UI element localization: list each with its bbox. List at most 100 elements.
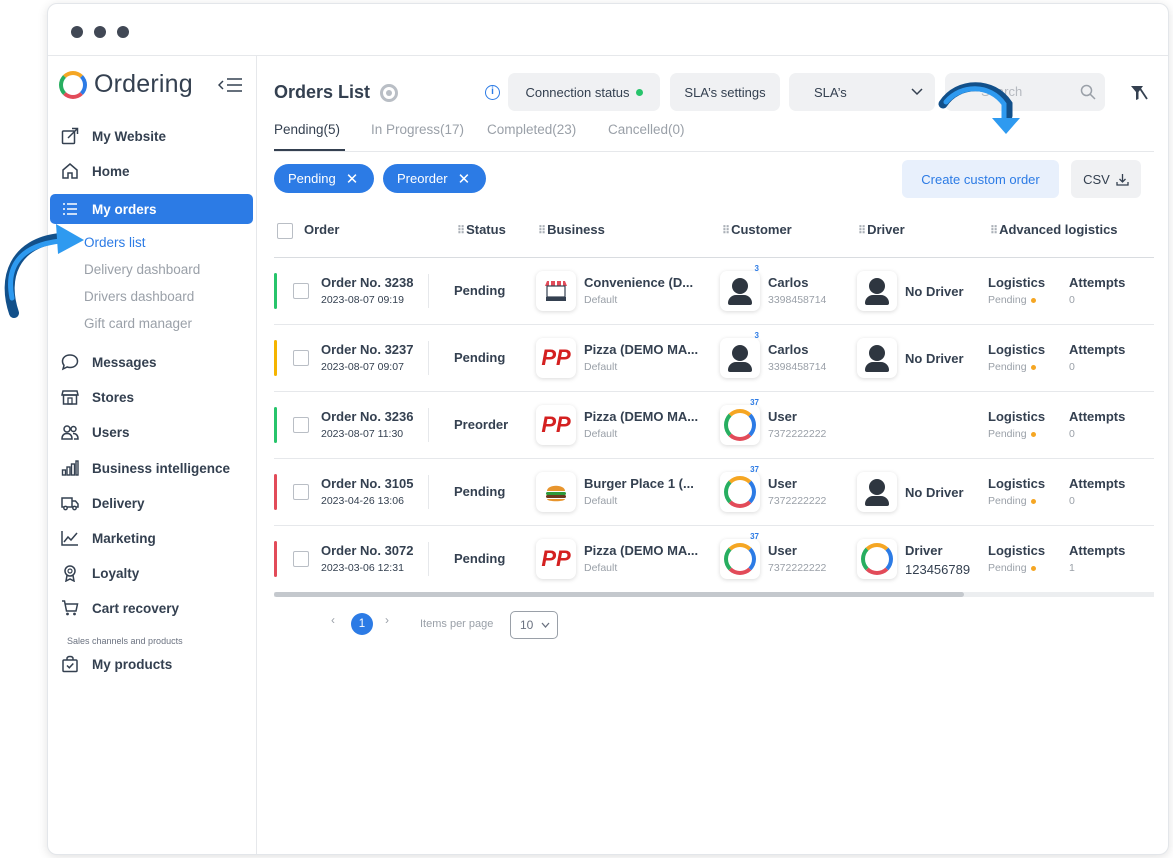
- store-icon: [60, 387, 80, 407]
- column-header-advanced-logistics[interactable]: ⠿ Advanced logistics: [990, 222, 1118, 237]
- column-header-status[interactable]: ⠿ Status: [457, 222, 506, 237]
- order-number: Order No. 3238: [321, 275, 414, 290]
- items-per-page-select[interactable]: 10: [510, 611, 558, 639]
- row-checkbox[interactable]: [293, 551, 309, 567]
- scrollbar-thumb[interactable]: [274, 592, 964, 597]
- sla-select[interactable]: SLA’s: [789, 73, 935, 111]
- logistics-title: Logistics: [988, 543, 1046, 558]
- info-icon[interactable]: i: [485, 85, 500, 100]
- cart-icon: [60, 598, 80, 618]
- column-header-order[interactable]: Order: [304, 222, 339, 237]
- row-checkbox[interactable]: [293, 484, 309, 500]
- customer-phone: 7372222222: [768, 495, 827, 507]
- sidebar-item-cart-recovery[interactable]: Cart recovery: [50, 593, 253, 623]
- driver-phone: 123456789: [905, 562, 971, 577]
- sidebar-subitem-orders-list[interactable]: Orders list: [84, 235, 146, 250]
- connection-status-button[interactable]: Connection status: [508, 73, 660, 111]
- filter-chip-preorder[interactable]: Preorder ✕: [383, 164, 486, 193]
- sidebar-item-business-intelligence[interactable]: Business intelligence: [50, 453, 253, 483]
- order-date: 2023-08-07 09:07: [321, 361, 404, 373]
- column-divider: [428, 475, 429, 509]
- sidebar-item-loyalty[interactable]: Loyalty: [50, 558, 253, 588]
- customer-phone: 7372222222: [768, 562, 827, 574]
- filter-chip-pending[interactable]: Pending ✕: [274, 164, 374, 193]
- app-logo[interactable]: Ordering: [59, 70, 193, 99]
- next-page-icon[interactable]: ›: [385, 613, 389, 627]
- table-row[interactable]: Order No. 3237 2023-08-07 09:07 Pending …: [274, 325, 1154, 392]
- customer-phone: 3398458714: [768, 294, 827, 306]
- column-header-driver[interactable]: ⠿ Driver: [858, 222, 905, 237]
- search-icon: [1080, 84, 1096, 100]
- sidebar-subitem-delivery-dashboard[interactable]: Delivery dashboard: [84, 262, 200, 277]
- clear-filter-icon[interactable]: [1130, 84, 1148, 102]
- customer-avatar-icon: 3: [720, 331, 760, 378]
- prev-page-icon[interactable]: ‹: [331, 613, 335, 627]
- column-header-business[interactable]: ⠿ Business: [538, 222, 605, 237]
- logistics-title: Logistics: [988, 476, 1046, 491]
- attempts-title: Attempts: [1069, 275, 1126, 290]
- settings-gear-icon[interactable]: [380, 84, 398, 102]
- table-row[interactable]: Order No. 3236 2023-08-07 11:30 Preorder…: [274, 392, 1154, 459]
- sidebar-item-marketing[interactable]: Marketing: [50, 523, 253, 553]
- drag-handle-icon[interactable]: ⠿: [722, 225, 730, 237]
- attempts-count: 0: [1069, 294, 1075, 306]
- tab-pending[interactable]: Pending(5): [274, 122, 340, 137]
- customer-phone: 7372222222: [768, 428, 827, 440]
- customer-avatar-icon: 37: [720, 465, 760, 512]
- row-checkbox[interactable]: [293, 350, 309, 366]
- csv-export-button[interactable]: CSV: [1071, 160, 1141, 198]
- status-color-bar: [274, 273, 277, 309]
- drag-handle-icon[interactable]: ⠿: [858, 225, 866, 237]
- bag-icon: [60, 654, 80, 674]
- row-checkbox[interactable]: [293, 283, 309, 299]
- sidebar-item-users[interactable]: Users: [50, 417, 253, 447]
- collapse-sidebar-icon[interactable]: [218, 76, 244, 94]
- tab-completed[interactable]: Completed(23): [487, 122, 576, 137]
- sidebar-subitem-drivers-dashboard[interactable]: Drivers dashboard: [84, 289, 194, 304]
- select-all-checkbox[interactable]: [277, 223, 293, 239]
- drag-handle-icon[interactable]: ⠿: [538, 225, 546, 237]
- status-color-bar: [274, 474, 277, 510]
- drag-handle-icon[interactable]: ⠿: [990, 225, 998, 237]
- csv-label: CSV: [1083, 171, 1110, 187]
- create-custom-order-button[interactable]: Create custom order: [902, 160, 1059, 198]
- sidebar-item-home[interactable]: Home: [50, 156, 253, 186]
- sidebar-item-delivery[interactable]: Delivery: [50, 488, 253, 518]
- chevron-down-icon: [541, 622, 550, 628]
- page-number-current[interactable]: 1: [351, 613, 373, 635]
- sidebar-item-stores[interactable]: Stores: [50, 382, 253, 412]
- column-divider: [428, 408, 429, 442]
- chip-close-icon[interactable]: ✕: [458, 170, 471, 188]
- sidebar-item-my-website[interactable]: My Website: [50, 121, 253, 151]
- attempts-count: 0: [1069, 495, 1075, 507]
- download-icon: [1116, 173, 1129, 186]
- customer-order-count-badge: 3: [754, 331, 759, 340]
- chip-close-icon[interactable]: ✕: [346, 170, 359, 188]
- table-row[interactable]: Order No. 3072 2023-03-06 12:31 Pending …: [274, 526, 1154, 593]
- table-row[interactable]: Order No. 3238 2023-08-07 09:19 Pending …: [274, 258, 1154, 325]
- pointer-arrow-icon: [4, 224, 84, 318]
- tab-cancelled[interactable]: Cancelled(0): [608, 122, 685, 137]
- order-status: Pending: [454, 551, 506, 566]
- truck-icon: [60, 493, 80, 513]
- attempts-count: 1: [1069, 562, 1075, 574]
- order-date: 2023-08-07 09:19: [321, 294, 404, 306]
- table-row[interactable]: Order No. 3105 2023-04-26 13:06 Pending …: [274, 459, 1154, 526]
- row-checkbox[interactable]: [293, 417, 309, 433]
- sidebar-item-messages[interactable]: Messages: [50, 347, 253, 377]
- logistics-title: Logistics: [988, 409, 1046, 424]
- users-icon: [60, 422, 80, 442]
- drag-handle-icon[interactable]: ⠿: [457, 225, 465, 237]
- tab-in-progress[interactable]: In Progress(17): [371, 122, 464, 137]
- customer-order-count-badge: 37: [750, 532, 759, 541]
- pizza-logo-icon: PP: [536, 405, 576, 445]
- sidebar-item-my-products[interactable]: My products: [50, 649, 253, 679]
- status-color-bar: [274, 541, 277, 577]
- sidebar-subitem-gift-card-manager[interactable]: Gift card manager: [84, 316, 192, 331]
- sla-settings-button[interactable]: SLA’s settings: [670, 73, 780, 111]
- horizontal-scrollbar[interactable]: [274, 592, 1154, 597]
- trend-icon: [60, 528, 80, 548]
- column-divider: [428, 341, 429, 375]
- column-header-customer[interactable]: ⠿ Customer: [722, 222, 792, 237]
- external-link-icon: [60, 126, 80, 146]
